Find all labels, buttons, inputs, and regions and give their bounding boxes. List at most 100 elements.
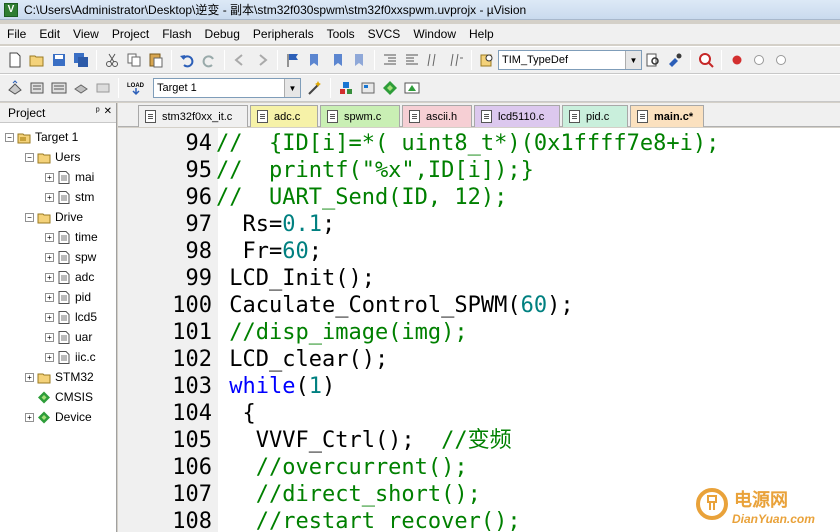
select-packs-button[interactable] bbox=[358, 78, 378, 98]
tree-item-file[interactable]: + iic.c bbox=[0, 347, 116, 367]
code-line[interactable]: 102 LCD_clear(); bbox=[118, 346, 840, 373]
debug-session-button[interactable] bbox=[696, 50, 716, 70]
menu-tools[interactable]: Tools bbox=[320, 24, 361, 44]
tab-pid-c[interactable]: pid.c bbox=[562, 105, 628, 127]
tree-item-folder[interactable]: + STM32 bbox=[0, 367, 116, 387]
code-line[interactable]: 96// UART_Send(ID, 12); bbox=[118, 184, 840, 211]
rebuild-button[interactable] bbox=[49, 78, 69, 98]
translate-button[interactable] bbox=[5, 78, 25, 98]
tab-main-c-[interactable]: main.c* bbox=[630, 105, 704, 127]
find-in-files-button[interactable] bbox=[477, 50, 497, 70]
paste-button[interactable] bbox=[146, 50, 166, 70]
menu-debug[interactable]: Debug bbox=[198, 24, 246, 44]
code-line[interactable]: 100 Caculate_Control_SPWM(60); bbox=[118, 292, 840, 319]
tree-item-file[interactable]: + spw bbox=[0, 247, 116, 267]
tab-stm32f0xx-it-c[interactable]: stm32f0xx_it.c bbox=[138, 105, 248, 127]
save-button[interactable] bbox=[49, 50, 69, 70]
cut-button[interactable] bbox=[102, 50, 122, 70]
tab-lcd5110-c[interactable]: lcd5110.c bbox=[474, 105, 560, 127]
pack-installer-button[interactable] bbox=[380, 78, 400, 98]
tab-ascii-h[interactable]: ascii.h bbox=[402, 105, 472, 127]
tree-item-file[interactable]: + mai bbox=[0, 167, 116, 187]
prev-bookmark-button[interactable] bbox=[305, 50, 325, 70]
open-file-button[interactable] bbox=[27, 50, 47, 70]
find-combo[interactable]: TIM_TypeDef ▼ bbox=[498, 50, 642, 70]
stop-build-button[interactable] bbox=[93, 78, 113, 98]
tree-item-file[interactable]: + adc bbox=[0, 267, 116, 287]
code-line[interactable]: 99 LCD_Init(); bbox=[118, 265, 840, 292]
save-all-button[interactable] bbox=[71, 50, 91, 70]
expand-icon[interactable]: + bbox=[45, 232, 54, 242]
uncomment-button[interactable] bbox=[446, 50, 466, 70]
copy-button[interactable] bbox=[124, 50, 144, 70]
expand-icon[interactable]: + bbox=[45, 292, 54, 302]
tree-item-diamond[interactable]: CMSIS bbox=[0, 387, 116, 407]
tree-item-file[interactable]: + stm bbox=[0, 187, 116, 207]
expand-icon[interactable]: + bbox=[45, 252, 54, 262]
tab-spwm-c[interactable]: spwm.c bbox=[320, 105, 400, 127]
expand-icon[interactable]: + bbox=[45, 172, 54, 182]
disable-breakpoint-button[interactable] bbox=[749, 50, 769, 70]
indent-button[interactable] bbox=[380, 50, 400, 70]
download-button[interactable]: LOAD bbox=[124, 78, 148, 98]
code-line[interactable]: 105 VVVF_Ctrl(); //变频 bbox=[118, 427, 840, 454]
kill-breakpoints-button[interactable] bbox=[771, 50, 791, 70]
tree-item-folder[interactable]: − Drive bbox=[0, 207, 116, 227]
code-line[interactable]: 106 //overcurrent(); bbox=[118, 454, 840, 481]
build-button[interactable] bbox=[27, 78, 47, 98]
expand-icon[interactable]: + bbox=[45, 272, 54, 282]
collapse-icon[interactable]: − bbox=[25, 152, 34, 162]
incremental-find-button[interactable] bbox=[665, 50, 685, 70]
breakpoint-button[interactable] bbox=[727, 50, 747, 70]
clear-bookmarks-button[interactable] bbox=[349, 50, 369, 70]
tree-item-file[interactable]: + time bbox=[0, 227, 116, 247]
menu-flash[interactable]: Flash bbox=[155, 24, 197, 44]
menu-file[interactable]: File bbox=[0, 24, 32, 44]
tree-item-folder[interactable]: − Uers bbox=[0, 147, 116, 167]
unindent-button[interactable] bbox=[402, 50, 422, 70]
expand-icon[interactable]: + bbox=[45, 312, 54, 322]
menu-view[interactable]: View bbox=[66, 24, 105, 44]
expand-icon[interactable]: + bbox=[25, 412, 34, 422]
chevron-down-icon[interactable]: ▼ bbox=[284, 79, 300, 97]
next-bookmark-button[interactable] bbox=[327, 50, 347, 70]
code-line[interactable]: 95// printf("%x",ID[i]);} bbox=[118, 157, 840, 184]
run-time-environment-button[interactable] bbox=[402, 78, 422, 98]
tree-item-target[interactable]: − Target 1 bbox=[0, 127, 116, 147]
code-line[interactable]: 98 Fr=60; bbox=[118, 238, 840, 265]
manage-project-items-button[interactable] bbox=[336, 78, 356, 98]
close-icon[interactable]: ✕ bbox=[104, 106, 112, 117]
collapse-icon[interactable]: − bbox=[25, 212, 34, 222]
code-line[interactable]: 104 { bbox=[118, 400, 840, 427]
menu-window[interactable]: Window bbox=[406, 24, 462, 44]
collapse-icon[interactable]: − bbox=[5, 132, 14, 142]
code-editor[interactable]: 94// {ID[i]=*( uint8_t*)(0x1ffff7e8+i); 9… bbox=[118, 128, 840, 532]
expand-icon[interactable]: + bbox=[45, 332, 54, 342]
code-line[interactable]: 97 Rs=0.1; bbox=[118, 211, 840, 238]
menu-project[interactable]: Project bbox=[105, 24, 155, 44]
code-line[interactable]: 101 //disp_image(img); bbox=[118, 319, 840, 346]
new-file-button[interactable] bbox=[5, 50, 25, 70]
code-line[interactable]: 103 while(1) bbox=[118, 373, 840, 400]
navigate-back-button[interactable] bbox=[230, 50, 250, 70]
undo-button[interactable] bbox=[177, 50, 197, 70]
expand-icon[interactable]: + bbox=[45, 352, 54, 362]
code-line[interactable]: 94// {ID[i]=*( uint8_t*)(0x1ffff7e8+i); bbox=[118, 130, 840, 157]
comment-button[interactable] bbox=[424, 50, 444, 70]
menu-peripherals[interactable]: Peripherals bbox=[246, 24, 320, 44]
bookmark-button[interactable] bbox=[283, 50, 303, 70]
tree-item-file[interactable]: + uar bbox=[0, 327, 116, 347]
expand-icon[interactable]: + bbox=[25, 372, 34, 382]
navigate-forward-button[interactable] bbox=[252, 50, 272, 70]
chevron-down-icon[interactable]: ▼ bbox=[625, 51, 641, 69]
find-button[interactable] bbox=[643, 50, 663, 70]
menu-svcs[interactable]: SVCS bbox=[361, 24, 407, 44]
pin-icon[interactable]: ᵖ bbox=[96, 106, 100, 117]
tab-adc-c[interactable]: adc.c bbox=[250, 105, 318, 127]
batch-build-button[interactable] bbox=[71, 78, 91, 98]
redo-button[interactable] bbox=[199, 50, 219, 70]
menu-edit[interactable]: Edit bbox=[32, 24, 66, 44]
expand-icon[interactable]: + bbox=[45, 192, 54, 202]
menu-help[interactable]: Help bbox=[462, 24, 500, 44]
tree-item-file[interactable]: + lcd5 bbox=[0, 307, 116, 327]
